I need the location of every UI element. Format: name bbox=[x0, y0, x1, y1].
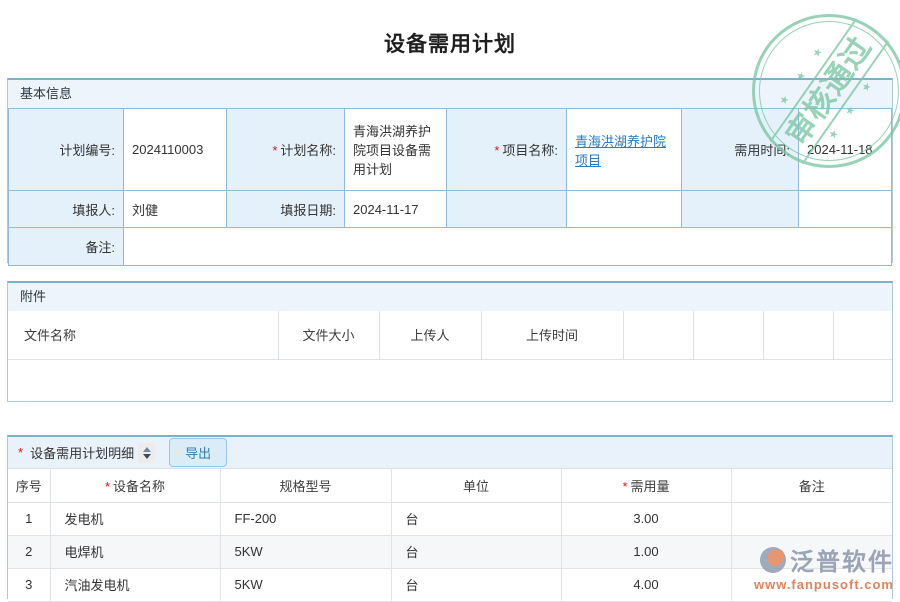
row-no: 3 bbox=[8, 568, 50, 601]
plan-name-value: 青海洪湖养护院项目设备需用计划 bbox=[345, 109, 447, 191]
empty-label-cell bbox=[682, 191, 799, 228]
detail-col-qty: *需用量 bbox=[561, 469, 731, 502]
detail-col-name: *设备名称 bbox=[50, 469, 220, 502]
row-unit: 台 bbox=[391, 502, 561, 535]
project-link[interactable]: 青海洪湖养护院项目 bbox=[575, 134, 666, 168]
row-qty: 4.00 bbox=[561, 568, 731, 601]
detail-panel: * 设备需用计划明细 导出 序号 *设备名称 规格型号 单位 *需用量 备注 1… bbox=[7, 435, 893, 599]
table-row: 2 电焊机 5KW 台 1.00 bbox=[8, 535, 892, 568]
row-qty: 1.00 bbox=[561, 535, 731, 568]
need-time-value: 2024-11-18 bbox=[799, 109, 892, 191]
row-remark bbox=[731, 502, 892, 535]
project-name-label: *项目名称: bbox=[447, 109, 567, 191]
row-no: 1 bbox=[8, 502, 50, 535]
attachment-col-empty bbox=[833, 311, 892, 359]
detail-col-no: 序号 bbox=[8, 469, 50, 502]
basic-info-row-1: 计划编号: 2024110003 *计划名称: 青海洪湖养护院项目设备需用计划 … bbox=[9, 109, 892, 191]
need-time-label: 需用时间: bbox=[682, 109, 799, 191]
attachment-col-name: 文件名称 bbox=[8, 311, 278, 359]
page-title: 设备需用计划 bbox=[0, 28, 900, 58]
table-row: 3 汽油发电机 5KW 台 4.00 bbox=[8, 568, 892, 601]
attachments-panel: 附件 文件名称 文件大小 上传人 上传时间 bbox=[7, 281, 893, 402]
plan-no-label: 计划编号: bbox=[9, 109, 124, 191]
attachment-col-empty bbox=[693, 311, 763, 359]
row-remark bbox=[731, 568, 892, 601]
required-asterisk: * bbox=[272, 143, 277, 158]
detail-col-remark: 备注 bbox=[731, 469, 892, 502]
report-date-label: 填报日期: bbox=[227, 191, 345, 228]
row-unit: 台 bbox=[391, 568, 561, 601]
attachments-section-title: 附件 bbox=[8, 283, 892, 311]
remark-label: 备注: bbox=[9, 228, 124, 266]
detail-header-row: 序号 *设备名称 规格型号 单位 *需用量 备注 bbox=[8, 469, 892, 502]
row-equipment-name: 发电机 bbox=[50, 502, 220, 535]
row-equipment-name: 电焊机 bbox=[50, 535, 220, 568]
export-button[interactable]: 导出 bbox=[169, 438, 227, 467]
required-asterisk: * bbox=[494, 143, 499, 158]
project-name-value: 青海洪湖养护院项目 bbox=[567, 109, 682, 191]
sort-up-icon bbox=[143, 447, 151, 452]
row-remark bbox=[731, 535, 892, 568]
report-date-value: 2024-11-17 bbox=[345, 191, 447, 228]
attachment-col-size: 文件大小 bbox=[278, 311, 379, 359]
remark-value bbox=[124, 228, 892, 266]
empty-value-cell bbox=[567, 191, 682, 228]
row-unit: 台 bbox=[391, 535, 561, 568]
detail-section-title: 设备需用计划明细 bbox=[30, 443, 134, 462]
attachment-col-uploader: 上传人 bbox=[379, 311, 481, 359]
plan-name-label: *计划名称: bbox=[227, 109, 345, 191]
attachments-header-row: 文件名称 文件大小 上传人 上传时间 bbox=[8, 311, 892, 359]
plan-no-value: 2024110003 bbox=[124, 109, 227, 191]
empty-label-cell bbox=[447, 191, 567, 228]
attachments-table: 文件名称 文件大小 上传人 上传时间 bbox=[8, 311, 892, 360]
required-asterisk: * bbox=[622, 479, 627, 494]
table-row: 1 发电机 FF-200 台 3.00 bbox=[8, 502, 892, 535]
row-qty: 3.00 bbox=[561, 502, 731, 535]
reporter-label: 填报人: bbox=[9, 191, 124, 228]
basic-info-row-3: 备注: bbox=[9, 228, 892, 266]
reporter-value: 刘健 bbox=[124, 191, 227, 228]
attachment-col-empty bbox=[623, 311, 693, 359]
basic-info-row-2: 填报人: 刘健 填报日期: 2024-11-17 bbox=[9, 191, 892, 228]
detail-section-bar: * 设备需用计划明细 导出 bbox=[8, 437, 892, 469]
attachment-col-upload-time: 上传时间 bbox=[481, 311, 623, 359]
row-equipment-name: 汽油发电机 bbox=[50, 568, 220, 601]
row-no: 2 bbox=[8, 535, 50, 568]
basic-info-panel: 基本信息 计划编号: 2024110003 *计划名称: 青海洪湖养护院项目设备… bbox=[7, 78, 893, 263]
required-asterisk: * bbox=[18, 445, 23, 460]
basic-info-table: 计划编号: 2024110003 *计划名称: 青海洪湖养护院项目设备需用计划 … bbox=[8, 108, 892, 266]
detail-table: 序号 *设备名称 规格型号 单位 *需用量 备注 1 发电机 FF-200 台 … bbox=[8, 469, 892, 602]
row-model: FF-200 bbox=[220, 502, 391, 535]
sort-toggle-icon[interactable] bbox=[138, 443, 155, 463]
basic-info-section-title: 基本信息 bbox=[8, 80, 892, 108]
detail-col-model: 规格型号 bbox=[220, 469, 391, 502]
required-asterisk: * bbox=[105, 479, 110, 494]
attachment-col-empty bbox=[763, 311, 833, 359]
empty-value-cell bbox=[799, 191, 892, 228]
row-model: 5KW bbox=[220, 568, 391, 601]
sort-down-icon bbox=[143, 454, 151, 459]
detail-col-unit: 单位 bbox=[391, 469, 561, 502]
row-model: 5KW bbox=[220, 535, 391, 568]
